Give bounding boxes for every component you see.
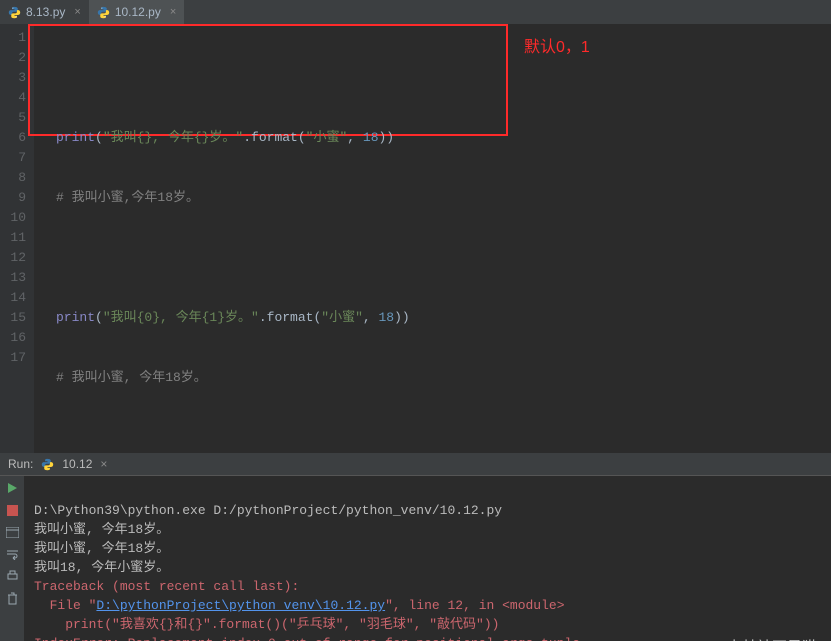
close-icon[interactable]: × — [74, 6, 80, 18]
tab-label: 10.12.py — [115, 5, 161, 19]
output-line: 我叫18, 今年小蜜岁。 — [34, 560, 169, 575]
line-num: 15 — [0, 308, 26, 328]
line-num: 16 — [0, 328, 26, 348]
soft-wrap-icon[interactable] — [4, 546, 20, 562]
run-toolwindow: Run: 10.12 × D:\Python39\python.exe D:/p… — [0, 453, 831, 641]
line-num: 2 — [0, 48, 26, 68]
line-num: 17 — [0, 348, 26, 368]
run-sidebar — [0, 476, 24, 641]
run-header: Run: 10.12 × — [0, 453, 831, 475]
close-icon[interactable]: × — [170, 6, 176, 18]
python-icon — [8, 6, 21, 19]
print-icon[interactable] — [4, 568, 20, 584]
python-icon — [97, 6, 110, 19]
output-line: 我叫小蜜, 今年18岁。 — [34, 522, 169, 537]
trash-icon[interactable] — [4, 590, 20, 606]
tab-8-13[interactable]: 8.13.py × — [0, 0, 89, 24]
line-num: 5 — [0, 108, 26, 128]
line-num: 11 — [0, 228, 26, 248]
cmd-line: D:\Python39\python.exe D:/pythonProject/… — [34, 503, 502, 518]
line-num: 3 — [0, 68, 26, 88]
tab-10-12[interactable]: 10.12.py × — [89, 0, 184, 24]
editor: 1 2 3 4 5 6 7 8 9 10 11 12 13 14 15 16 1… — [0, 24, 831, 453]
line-num: 4 — [0, 88, 26, 108]
code-area[interactable]: 默认0，1 print("我叫{}, 今年{}岁。".format("小蜜", … — [34, 24, 831, 453]
error-line: IndexError: Replacement index 0 out of r… — [34, 636, 580, 641]
console-output[interactable]: D:\Python39\python.exe D:/pythonProject/… — [24, 476, 831, 641]
close-icon[interactable]: × — [100, 457, 107, 471]
run-label: Run: — [8, 457, 33, 471]
line-num: 7 — [0, 148, 26, 168]
python-icon — [41, 458, 54, 471]
traceback-line: Traceback (most recent call last): — [34, 579, 299, 594]
editor-tabs: 8.13.py × 10.12.py × — [0, 0, 831, 24]
stop-icon[interactable] — [4, 502, 20, 518]
line-num: 9 — [0, 188, 26, 208]
layout-icon[interactable] — [4, 524, 20, 540]
tab-label: 8.13.py — [26, 5, 65, 19]
line-num: 13 — [0, 268, 26, 288]
line-num: 6 — [0, 128, 26, 148]
annotation-text: 默认0，1 — [524, 38, 590, 58]
line-num: 12 — [0, 248, 26, 268]
line-num: 8 — [0, 168, 26, 188]
highlight-box — [28, 24, 508, 136]
line-num: 10 — [0, 208, 26, 228]
file-link[interactable]: D:\pythonProject\python_venv\10.12.py — [96, 598, 385, 613]
line-num: 1 — [0, 28, 26, 48]
line-num: 14 — [0, 288, 26, 308]
run-tab[interactable]: 10.12 — [62, 457, 92, 471]
traceback-line: print("我喜欢{}和{}".format()("乒乓球", "羽毛球", … — [34, 617, 499, 632]
rerun-icon[interactable] — [4, 480, 20, 496]
line-gutter: 1 2 3 4 5 6 7 8 9 10 11 12 13 14 15 16 1… — [0, 24, 34, 453]
output-line: 我叫小蜜, 今年18岁。 — [34, 541, 169, 556]
